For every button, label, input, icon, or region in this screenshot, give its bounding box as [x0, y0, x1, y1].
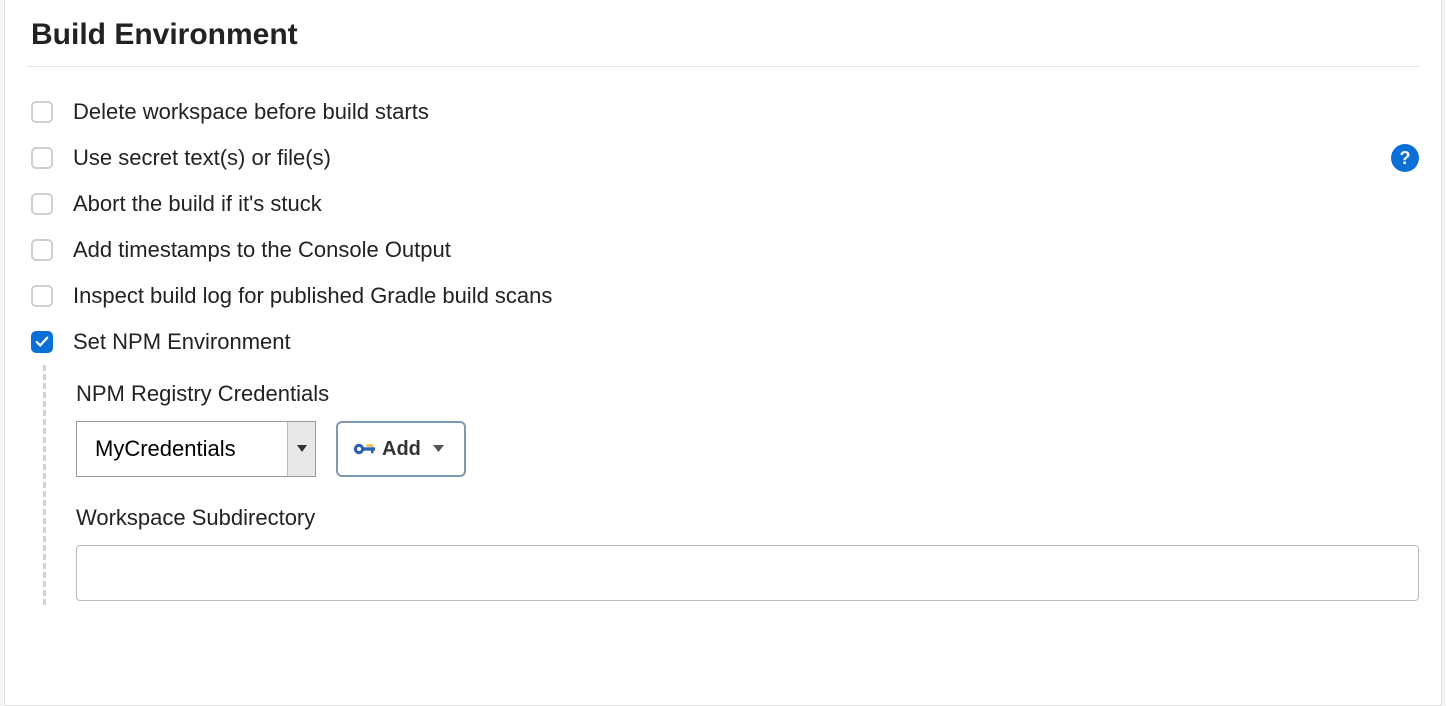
option-abort-stuck: Abort the build if it's stuck [27, 181, 1419, 227]
checkbox-label[interactable]: Delete workspace before build starts [73, 99, 429, 125]
checkbox-add-timestamps[interactable] [31, 239, 53, 261]
checkbox-label[interactable]: Add timestamps to the Console Output [73, 237, 451, 263]
help-icon[interactable]: ? [1391, 144, 1419, 172]
option-set-npm-env: Set NPM Environment [27, 319, 1419, 365]
checkbox-label[interactable]: Use secret text(s) or file(s) [73, 145, 331, 171]
checkbox-abort-stuck[interactable] [31, 193, 53, 215]
checkbox-use-secret[interactable] [31, 147, 53, 169]
checkbox-delete-workspace[interactable] [31, 101, 53, 123]
option-inspect-gradle: Inspect build log for published Gradle b… [27, 273, 1419, 319]
option-add-timestamps: Add timestamps to the Console Output [27, 227, 1419, 273]
option-delete-workspace: Delete workspace before build starts [27, 89, 1419, 135]
npm-credentials-row: MyCredentials Add [76, 421, 1419, 477]
option-use-secret: Use secret text(s) or file(s) ? [27, 135, 1419, 181]
add-credentials-button[interactable]: Add [336, 421, 466, 477]
checkbox-label[interactable]: Abort the build if it's stuck [73, 191, 322, 217]
add-button-caret [433, 440, 444, 458]
add-button-label: Add [382, 438, 421, 461]
npm-env-section: NPM Registry Credentials MyCredentials [43, 365, 1419, 605]
npm-credentials-value: MyCredentials [77, 422, 287, 476]
chevron-down-icon [297, 445, 307, 453]
chevron-down-icon [433, 445, 444, 453]
section-title: Build Environment [27, 12, 1419, 67]
checkbox-label[interactable]: Set NPM Environment [73, 329, 291, 355]
build-environment-panel: Build Environment Delete workspace befor… [4, 0, 1442, 706]
workspace-subdir-label: Workspace Subdirectory [76, 505, 1419, 531]
key-icon [352, 439, 378, 459]
checkbox-set-npm-env[interactable] [31, 331, 53, 353]
npm-credentials-select[interactable]: MyCredentials [76, 421, 316, 477]
workspace-subdir-input[interactable] [76, 545, 1419, 601]
select-dropdown-button[interactable] [287, 422, 315, 476]
npm-credentials-label: NPM Registry Credentials [76, 381, 1419, 407]
checkbox-label[interactable]: Inspect build log for published Gradle b… [73, 283, 552, 309]
checkbox-inspect-gradle[interactable] [31, 285, 53, 307]
